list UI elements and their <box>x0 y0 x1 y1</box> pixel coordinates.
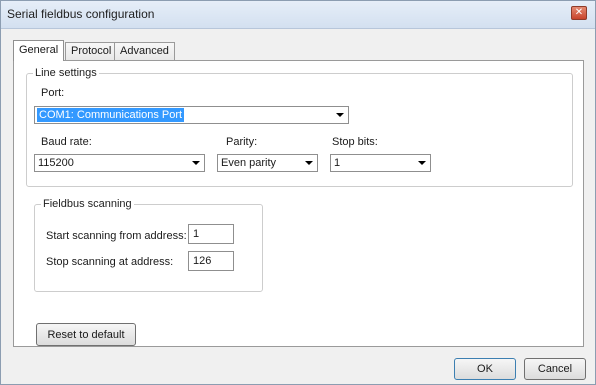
start-address-input[interactable]: 1 <box>188 224 234 244</box>
general-tab-panel: Line settings Port: COM1: Communications… <box>13 60 584 347</box>
stop-bits-value: 1 <box>334 157 341 169</box>
chevron-down-icon[interactable] <box>300 155 317 171</box>
parity-value: Even parity <box>221 157 277 169</box>
port-select[interactable]: COM1: Communications Port <box>34 106 349 124</box>
parity-select[interactable]: Even parity <box>217 154 318 172</box>
chevron-down-icon[interactable] <box>331 107 348 123</box>
cancel-button[interactable]: Cancel <box>524 358 586 380</box>
close-icon: ✕ <box>574 7 584 18</box>
fieldbus-scanning-legend: Fieldbus scanning <box>43 198 132 210</box>
stop-bits-select[interactable]: 1 <box>330 154 431 172</box>
close-button[interactable]: ✕ <box>571 6 587 20</box>
title-bar[interactable]: Serial fieldbus configuration ✕ <box>1 1 595 29</box>
chevron-down-icon[interactable] <box>187 155 204 171</box>
baud-rate-select[interactable]: 115200 <box>34 154 205 172</box>
port-select-value: COM1: Communications Port <box>37 108 185 122</box>
chevron-down-icon[interactable] <box>413 155 430 171</box>
reset-to-default-button[interactable]: Reset to default <box>36 323 136 346</box>
window-title: Serial fieldbus configuration <box>7 7 155 21</box>
stop-address-input[interactable]: 126 <box>188 251 234 271</box>
baud-rate-value: 115200 <box>38 157 74 169</box>
tab-advanced[interactable]: Advanced <box>114 42 175 60</box>
tab-general[interactable]: General <box>13 40 65 61</box>
stop-address-label: Stop scanning at address: <box>46 256 174 268</box>
ok-button[interactable]: OK <box>454 358 516 380</box>
dialog-window: Serial fieldbus configuration ✕ General … <box>0 0 596 385</box>
tab-protocol[interactable]: Protocol <box>65 42 118 60</box>
stop-bits-label: Stop bits: <box>332 136 378 148</box>
line-settings-legend: Line settings <box>35 67 97 79</box>
parity-label: Parity: <box>226 136 258 148</box>
fieldbus-scanning-group: Fieldbus scanning <box>34 198 263 292</box>
baud-rate-label: Baud rate: <box>41 136 92 148</box>
start-address-label: Start scanning from address: <box>46 230 187 242</box>
port-label: Port: <box>41 87 65 99</box>
